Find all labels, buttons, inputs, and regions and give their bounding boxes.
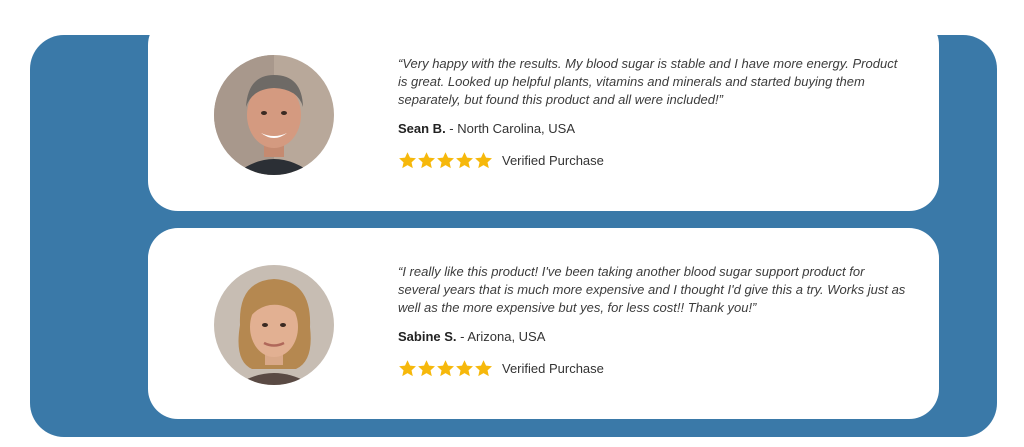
star-icon [437,151,454,168]
star-icon [475,359,492,376]
reviewer-name: Sabine S. [398,329,457,344]
reviewer-location: - North Carolina, USA [445,121,576,136]
review-card: “I really like this product! I've been t… [148,228,939,419]
star-icon [456,359,473,376]
star-rating [398,151,493,170]
reviewer-location: - Arizona, USA [456,329,546,344]
reviewer-avatar [214,265,334,385]
star-icon [437,359,454,376]
star-icon [399,359,416,376]
review-quote: “Very happy with the results. My blood s… [398,56,898,107]
star-icon [418,359,435,376]
verified-purchase-label: Verified Purchase [502,152,604,168]
review-card: “Very happy with the results. My blood s… [148,15,939,211]
review-author: Sabine S. - Arizona, USA [398,329,545,344]
star-rating [398,359,493,378]
reviewer-avatar [214,55,334,175]
testimonials-section: “Very happy with the results. My blood s… [30,15,997,437]
star-icon [475,151,492,168]
reviewer-name: Sean B. [398,121,446,136]
star-icon [399,151,416,168]
verified-purchase-label: Verified Purchase [502,360,604,376]
review-author: Sean B. - North Carolina, USA [398,121,575,136]
star-icon [456,151,473,168]
review-rating: Verified Purchase [398,357,604,379]
review-quote: “I really like this product! I've been t… [398,264,906,315]
star-icon [418,151,435,168]
review-rating: Verified Purchase [398,149,604,171]
